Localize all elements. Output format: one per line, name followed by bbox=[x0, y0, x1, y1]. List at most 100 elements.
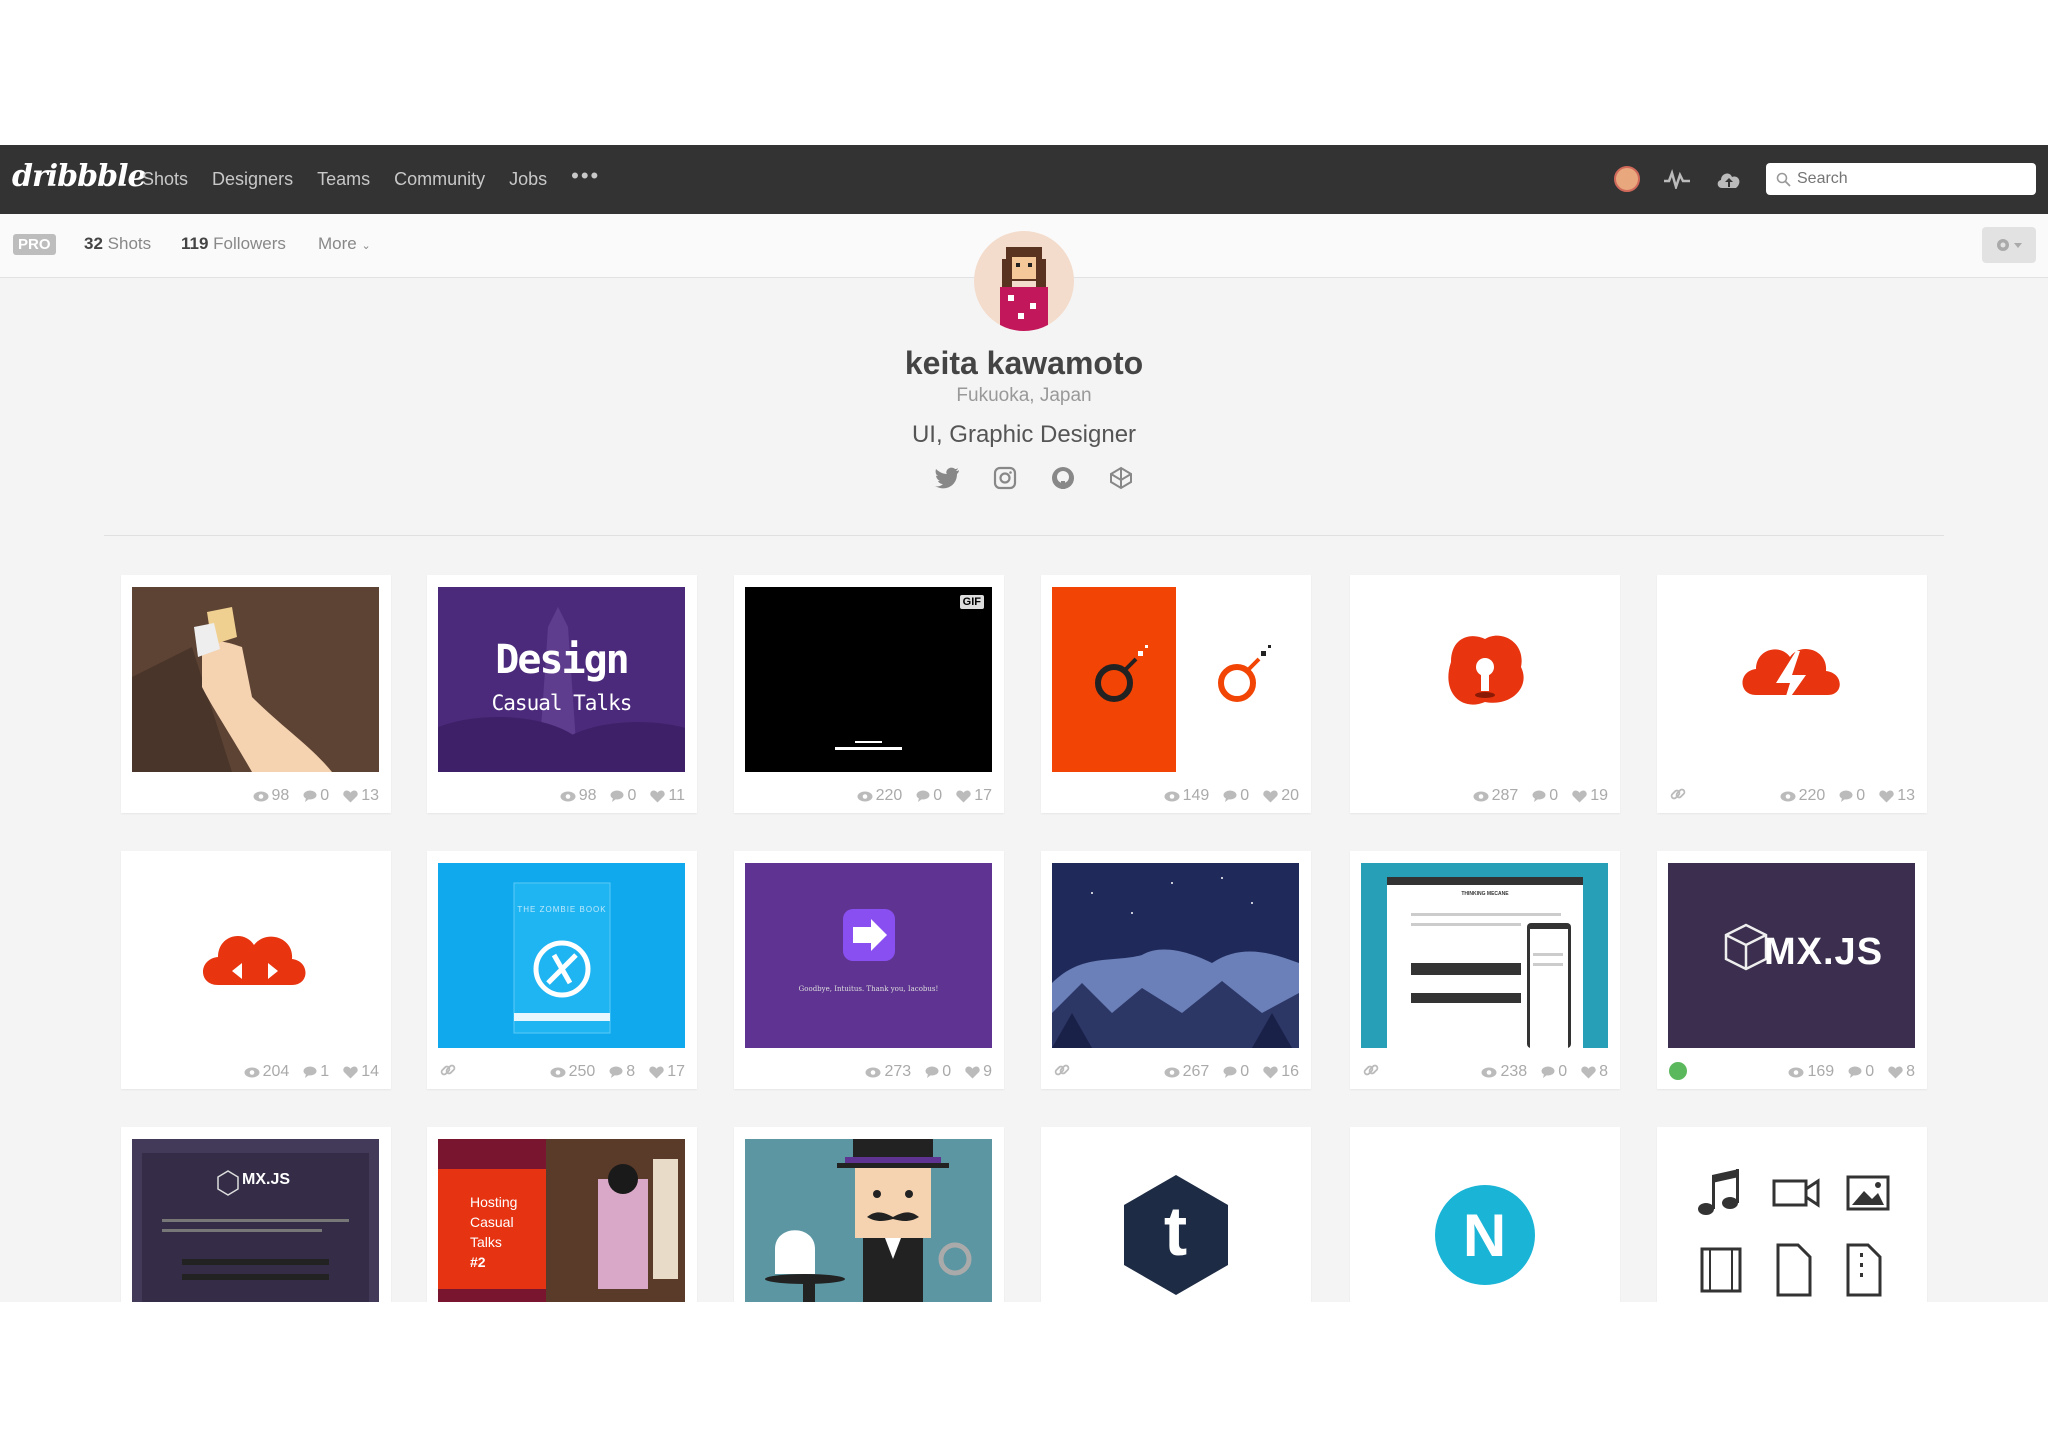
views-count: 220 bbox=[1780, 787, 1825, 805]
nav-teams-link[interactable]: Teams bbox=[317, 169, 370, 190]
likes-count[interactable]: 14 bbox=[343, 1063, 379, 1081]
shot-card[interactable]: 220 0 13 bbox=[1657, 575, 1927, 813]
shot-thumbnail[interactable]: THE ZOMBIE BOOK bbox=[438, 863, 685, 1048]
user-avatar[interactable] bbox=[1614, 166, 1640, 192]
social-links bbox=[918, 463, 1150, 493]
eye-icon bbox=[1788, 1067, 1804, 1077]
shot-subtitle: Casual Talks bbox=[491, 691, 633, 715]
shot-thumbnail[interactable]: MX.JS bbox=[132, 1139, 379, 1302]
heart-icon bbox=[1263, 1066, 1278, 1078]
dribbble-logo[interactable]: dribbble bbox=[12, 159, 147, 194]
shot-stats: 98 0 11 bbox=[546, 787, 685, 805]
shot-thumbnail[interactable] bbox=[1361, 587, 1608, 772]
followers-tab[interactable]: 119 Followers bbox=[181, 234, 286, 254]
likes-count[interactable]: 17 bbox=[956, 787, 992, 805]
chevron-down-icon: ⌄ bbox=[361, 240, 371, 252]
heart-icon bbox=[965, 1066, 980, 1078]
shot-thumbnail[interactable] bbox=[745, 1139, 992, 1302]
nav-more-menu[interactable]: ••• bbox=[571, 163, 600, 190]
likes-count[interactable]: 16 bbox=[1263, 1063, 1299, 1081]
shot-thumbnail[interactable]: GIF bbox=[745, 587, 992, 772]
shot-card[interactable]: Hosting Casual Talks #2 bbox=[427, 1127, 697, 1302]
heart-icon bbox=[1572, 790, 1587, 802]
shots-tab[interactable]: 32 Shots bbox=[84, 234, 151, 254]
shot-stats: 204 1 14 bbox=[230, 1063, 379, 1081]
nav-shots-link[interactable]: Shots bbox=[142, 169, 188, 190]
likes-count[interactable]: 8 bbox=[1888, 1063, 1915, 1081]
shot-thumbnail[interactable] bbox=[1052, 587, 1299, 772]
rebound-icon[interactable] bbox=[1669, 1062, 1687, 1080]
shots-label: Shots bbox=[107, 234, 152, 253]
shot-card[interactable]: THINKING MECANE 238 0 8 bbox=[1350, 851, 1620, 1089]
shot-card[interactable]: GIF 220 0 17 bbox=[734, 575, 1004, 813]
shot-title: Hosting bbox=[470, 1194, 518, 1210]
shot-thumbnail[interactable]: THINKING MECANE bbox=[1361, 863, 1608, 1048]
shot-card[interactable]: t bbox=[1041, 1127, 1311, 1302]
shot-card[interactable]: THE ZOMBIE BOOK 250 8 17 bbox=[427, 851, 697, 1089]
shot-thumbnail[interactable]: Design Casual Talks bbox=[438, 587, 685, 772]
shot-thumbnail[interactable] bbox=[132, 587, 379, 772]
link-icon[interactable] bbox=[1053, 1061, 1071, 1079]
profile-location[interactable]: Fukuoka, Japan bbox=[0, 385, 2048, 407]
link-icon[interactable] bbox=[1362, 1061, 1380, 1079]
link-icon[interactable] bbox=[1669, 785, 1687, 803]
shot-stats: 220 0 13 bbox=[1766, 787, 1915, 805]
shot-card[interactable]: MX.JS bbox=[121, 1127, 391, 1302]
shot-card[interactable]: 98 0 13 bbox=[121, 575, 391, 813]
activity-icon[interactable] bbox=[1662, 164, 1692, 194]
profile-avatar[interactable] bbox=[974, 231, 1074, 331]
heart-icon bbox=[1581, 1066, 1596, 1078]
instagram-icon[interactable] bbox=[990, 463, 1020, 493]
file-icon bbox=[1776, 1243, 1812, 1297]
github-icon[interactable] bbox=[1048, 463, 1078, 493]
likes-count[interactable]: 8 bbox=[1581, 1063, 1608, 1081]
codepen-icon[interactable] bbox=[1106, 463, 1136, 493]
shot-thumbnail[interactable]: Hosting Casual Talks #2 bbox=[438, 1139, 685, 1302]
shot-card[interactable]: 149 0 20 bbox=[1041, 575, 1311, 813]
shot-card[interactable] bbox=[734, 1127, 1004, 1302]
comment-icon bbox=[303, 1066, 317, 1078]
shot-card[interactable]: Goodbye, Intuitus. Thank you, Iacobus! 2… bbox=[734, 851, 1004, 1089]
heart-icon bbox=[343, 790, 358, 802]
shot-thumbnail[interactable]: t bbox=[1052, 1139, 1299, 1302]
shot-thumbnail[interactable] bbox=[1052, 863, 1299, 1048]
more-dropdown[interactable]: More ⌄ bbox=[318, 234, 371, 254]
likes-count[interactable]: 9 bbox=[965, 1063, 992, 1081]
likes-count[interactable]: 17 bbox=[649, 1063, 685, 1081]
shot-card[interactable]: Design Casual Talks 98 0 11 bbox=[427, 575, 697, 813]
shot-thumbnail[interactable]: MX.JS bbox=[1668, 863, 1915, 1048]
likes-count[interactable]: 11 bbox=[650, 787, 685, 805]
search-input[interactable] bbox=[1797, 170, 2017, 188]
shot-thumbnail[interactable] bbox=[1668, 1139, 1915, 1302]
shot-thumbnail[interactable] bbox=[132, 863, 379, 1048]
likes-count[interactable]: 19 bbox=[1572, 787, 1608, 805]
likes-count[interactable]: 13 bbox=[1879, 787, 1915, 805]
shot-thumbnail[interactable]: Goodbye, Intuitus. Thank you, Iacobus! bbox=[745, 863, 992, 1048]
nav-community-link[interactable]: Community bbox=[394, 169, 485, 190]
shot-thumbnail[interactable] bbox=[1668, 587, 1915, 772]
shot-caption: Goodbye, Intuitus. Thank you, Iacobus! bbox=[798, 985, 939, 993]
shot-card[interactable]: 204 1 14 bbox=[121, 851, 391, 1089]
shot-card[interactable]: MX.JS 169 0 8 bbox=[1657, 851, 1927, 1089]
shot-card[interactable] bbox=[1657, 1127, 1927, 1302]
comments-count: 0 bbox=[610, 787, 636, 805]
shot-subtitle: Casual bbox=[470, 1214, 514, 1230]
search-box[interactable] bbox=[1766, 163, 2036, 195]
upload-cloud-icon[interactable] bbox=[1714, 164, 1744, 194]
likes-count[interactable]: 20 bbox=[1263, 787, 1299, 805]
link-icon[interactable] bbox=[439, 1061, 457, 1079]
nav-designers-link[interactable]: Designers bbox=[212, 169, 293, 190]
eye-icon bbox=[253, 791, 268, 801]
shot-thumbnail[interactable]: N bbox=[1361, 1139, 1608, 1302]
shot-glyph: N bbox=[1462, 1202, 1507, 1269]
views-count: 204 bbox=[244, 1063, 289, 1081]
profile-divider bbox=[104, 535, 1944, 536]
likes-count[interactable]: 13 bbox=[343, 787, 379, 805]
eye-icon bbox=[1164, 791, 1180, 801]
settings-button[interactable] bbox=[1982, 227, 2036, 263]
shot-card[interactable]: N bbox=[1350, 1127, 1620, 1302]
nav-jobs-link[interactable]: Jobs bbox=[509, 169, 547, 190]
shot-card[interactable]: 267 0 16 bbox=[1041, 851, 1311, 1089]
shot-card[interactable]: 287 0 19 bbox=[1350, 575, 1620, 813]
twitter-icon[interactable] bbox=[932, 463, 962, 493]
